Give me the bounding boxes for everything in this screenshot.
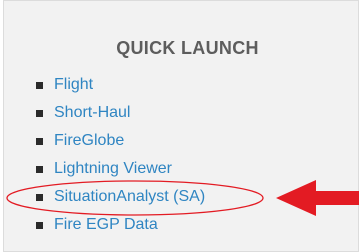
- bullet-icon: [36, 222, 43, 229]
- bullet-icon: [36, 110, 43, 117]
- quick-launch-panel: QUICK LAUNCH Flight Short-Haul FireGlobe…: [3, 0, 359, 252]
- fire-egp-data-link[interactable]: Fire EGP Data: [54, 214, 158, 236]
- situation-analyst-link[interactable]: SituationAnalyst (SA): [54, 186, 205, 208]
- flight-link[interactable]: Flight: [54, 74, 93, 96]
- quick-launch-title: QUICK LAUNCH: [116, 38, 259, 58]
- short-haul-link[interactable]: Short-Haul: [54, 102, 130, 124]
- bullet-icon: [36, 82, 43, 89]
- bullet-icon: [36, 166, 43, 173]
- bullet-icon: [36, 138, 43, 145]
- lightning-viewer-link[interactable]: Lightning Viewer: [54, 158, 172, 180]
- fireglobe-link[interactable]: FireGlobe: [54, 130, 124, 152]
- bullet-icon: [36, 194, 43, 201]
